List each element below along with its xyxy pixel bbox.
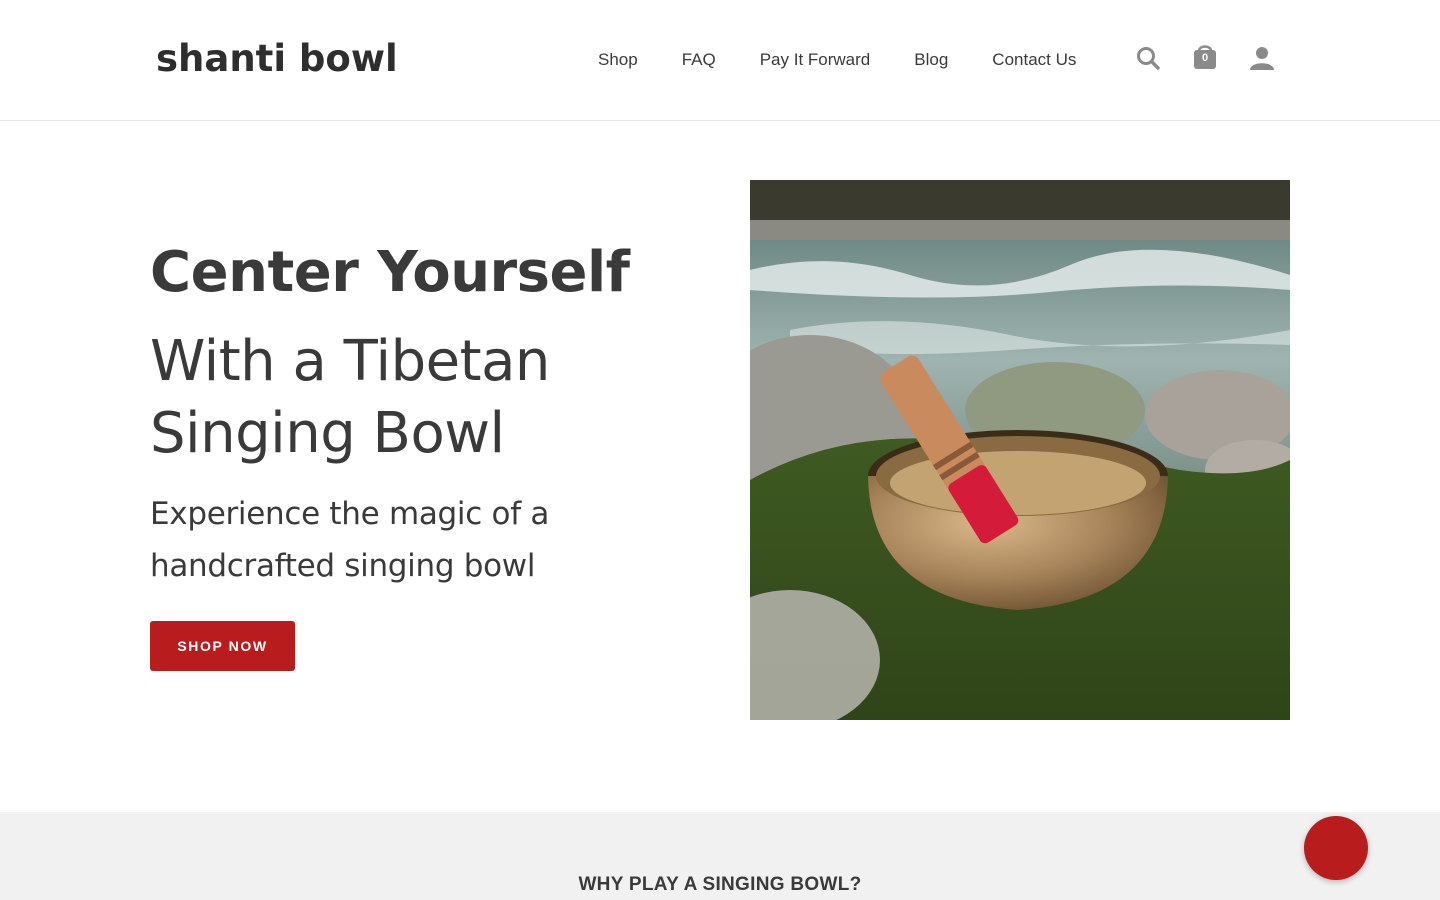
search-icon[interactable]	[1134, 40, 1164, 76]
cart-count: 0	[1201, 52, 1209, 64]
cart-icon[interactable]: 0	[1190, 40, 1220, 76]
shop-now-button[interactable]: SHOP NOW	[150, 621, 295, 671]
chat-button[interactable]	[1304, 816, 1368, 880]
nav-pay-it-forward[interactable]: Pay It Forward	[760, 48, 871, 72]
site-header: shanti bowl Shop FAQ Pay It Forward Blog…	[0, 0, 1440, 121]
nav-faq[interactable]: FAQ	[682, 48, 716, 72]
header-icons: 0	[1134, 40, 1284, 76]
hero-subtitle: With a Tibetan Singing Bowl	[150, 329, 550, 466]
hero-description: Experience the magic of a handcrafted si…	[150, 496, 550, 584]
nav-contact-us[interactable]: Contact Us	[992, 48, 1076, 72]
logo[interactable]: shanti bowl	[156, 34, 398, 84]
hero-image	[750, 180, 1290, 720]
hero-title: Center Yourself	[150, 240, 630, 305]
section-title: WHY PLAY A SINGING BOWL?	[578, 874, 862, 895]
nav-shop[interactable]: Shop	[598, 48, 638, 72]
nav-blog[interactable]: Blog	[914, 48, 948, 72]
main-nav: Shop FAQ Pay It Forward Blog Contact Us	[598, 48, 1076, 72]
user-icon[interactable]	[1247, 40, 1277, 76]
